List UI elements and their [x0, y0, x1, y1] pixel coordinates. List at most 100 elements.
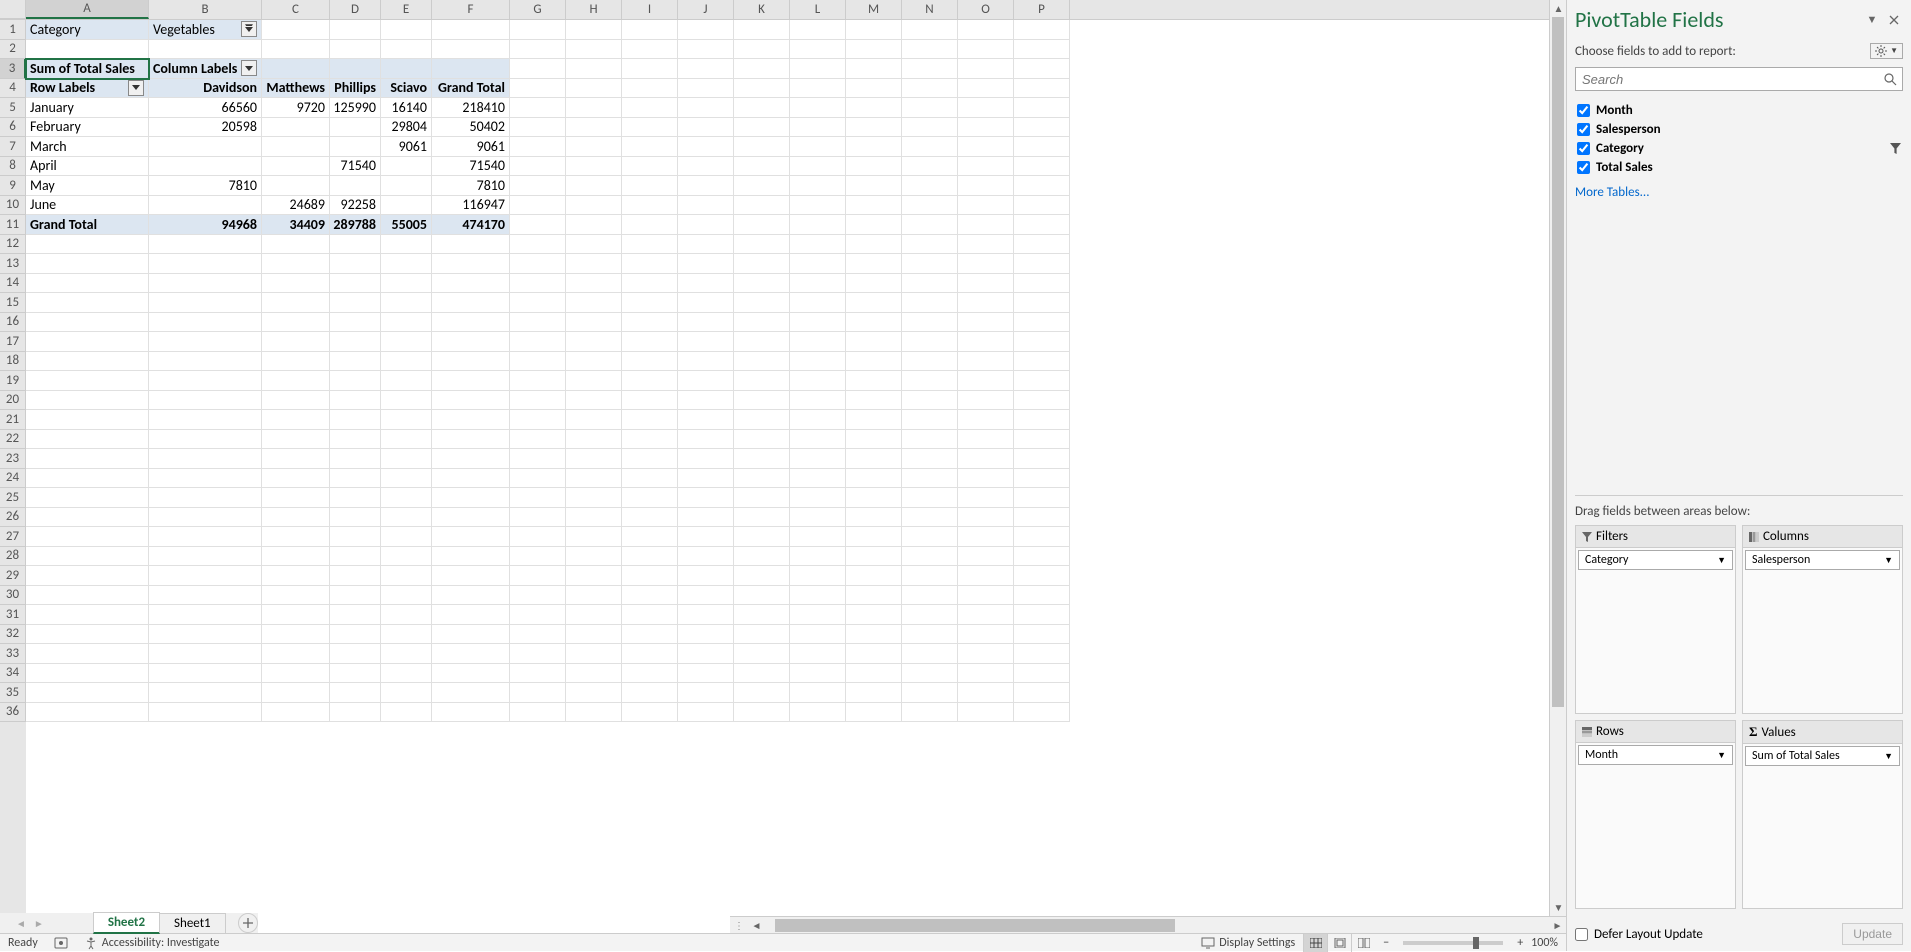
cell[interactable]	[958, 410, 1014, 430]
cell[interactable]	[958, 664, 1014, 684]
hscroll-thumb[interactable]	[775, 919, 1175, 932]
cell[interactable]	[622, 196, 678, 216]
cell[interactable]	[432, 352, 510, 372]
cell[interactable]	[566, 274, 622, 294]
cell[interactable]	[566, 566, 622, 586]
cell[interactable]	[510, 20, 566, 40]
col-header-G[interactable]: G	[510, 0, 566, 19]
add-sheet-button[interactable]	[238, 913, 258, 933]
row-labels-cell[interactable]: Row Labels	[26, 79, 149, 99]
cell[interactable]	[622, 254, 678, 274]
cell[interactable]	[262, 644, 330, 664]
cell[interactable]	[510, 79, 566, 99]
zoom-handle[interactable]	[1473, 937, 1479, 949]
cell[interactable]	[678, 391, 734, 411]
cell[interactable]	[846, 137, 902, 157]
cell[interactable]	[846, 664, 902, 684]
cell[interactable]	[790, 664, 846, 684]
cell[interactable]	[678, 215, 734, 235]
cell[interactable]	[734, 586, 790, 606]
field-item-category[interactable]: Category	[1575, 139, 1903, 158]
pivot-data-cell[interactable]	[381, 176, 432, 196]
grand-total-cell[interactable]: 94968	[149, 215, 262, 235]
cell[interactable]	[790, 118, 846, 138]
cell[interactable]	[149, 313, 262, 333]
cell[interactable]	[432, 274, 510, 294]
cell[interactable]	[566, 703, 622, 723]
cell[interactable]	[1014, 313, 1070, 333]
cell[interactable]	[790, 683, 846, 703]
cell[interactable]	[262, 508, 330, 528]
cell[interactable]	[622, 137, 678, 157]
area-pill[interactable]: Month▼	[1578, 745, 1733, 765]
cell[interactable]	[262, 683, 330, 703]
cell[interactable]	[510, 605, 566, 625]
pivot-filter-value[interactable]: Vegetables	[149, 20, 262, 40]
cell[interactable]	[262, 40, 330, 60]
row-header-24[interactable]: 24	[0, 469, 26, 489]
pivot-data-cell[interactable]: 71540	[330, 157, 381, 177]
cell[interactable]	[902, 157, 958, 177]
cell[interactable]	[678, 274, 734, 294]
cell[interactable]	[734, 508, 790, 528]
zoom-in-button[interactable]: +	[1517, 936, 1523, 950]
cell[interactable]	[330, 449, 381, 469]
cell[interactable]	[622, 703, 678, 723]
cell[interactable]	[566, 410, 622, 430]
cell[interactable]	[381, 274, 432, 294]
cell[interactable]	[678, 410, 734, 430]
cell[interactable]	[26, 235, 149, 255]
cell[interactable]	[902, 137, 958, 157]
cell[interactable]	[149, 449, 262, 469]
cell[interactable]	[381, 664, 432, 684]
cell[interactable]	[510, 274, 566, 294]
cell[interactable]	[432, 527, 510, 547]
cell[interactable]	[902, 683, 958, 703]
cell[interactable]	[432, 566, 510, 586]
cell[interactable]	[510, 586, 566, 606]
pivot-row-label[interactable]: May	[26, 176, 149, 196]
cell[interactable]	[790, 98, 846, 118]
cell[interactable]	[262, 371, 330, 391]
cell[interactable]	[330, 293, 381, 313]
cell[interactable]	[1014, 352, 1070, 372]
cell[interactable]	[678, 547, 734, 567]
pivot-col-header[interactable]: Grand Total	[432, 79, 510, 99]
cell[interactable]	[262, 703, 330, 723]
row-labels-dropdown[interactable]	[128, 80, 144, 96]
values-area[interactable]: ΣValues Sum of Total Sales▼	[1742, 720, 1903, 909]
cell[interactable]	[622, 391, 678, 411]
cell[interactable]	[622, 215, 678, 235]
cell[interactable]	[790, 293, 846, 313]
cell[interactable]	[958, 352, 1014, 372]
cell[interactable]	[790, 488, 846, 508]
cell[interactable]	[678, 59, 734, 79]
cell[interactable]	[622, 176, 678, 196]
grand-total-cell[interactable]: 55005	[381, 215, 432, 235]
cell[interactable]	[790, 586, 846, 606]
cell[interactable]	[566, 137, 622, 157]
area-pill[interactable]: Category▼	[1578, 550, 1733, 570]
cell[interactable]	[381, 625, 432, 645]
cell[interactable]	[622, 586, 678, 606]
cell[interactable]	[622, 664, 678, 684]
cell[interactable]	[902, 215, 958, 235]
cell[interactable]	[622, 293, 678, 313]
cell[interactable]	[790, 20, 846, 40]
cell[interactable]	[510, 566, 566, 586]
cell[interactable]	[902, 79, 958, 99]
cell[interactable]	[902, 527, 958, 547]
cell[interactable]	[149, 469, 262, 489]
cell[interactable]	[330, 40, 381, 60]
cell[interactable]	[790, 508, 846, 528]
pivot-data-cell[interactable]	[149, 137, 262, 157]
cell[interactable]	[432, 644, 510, 664]
cell[interactable]	[902, 566, 958, 586]
cell[interactable]	[432, 586, 510, 606]
cell[interactable]	[566, 605, 622, 625]
cell[interactable]	[846, 430, 902, 450]
cell[interactable]	[734, 469, 790, 489]
cell[interactable]	[26, 664, 149, 684]
cell[interactable]	[432, 703, 510, 723]
pivot-data-cell[interactable]: 218410	[432, 98, 510, 118]
